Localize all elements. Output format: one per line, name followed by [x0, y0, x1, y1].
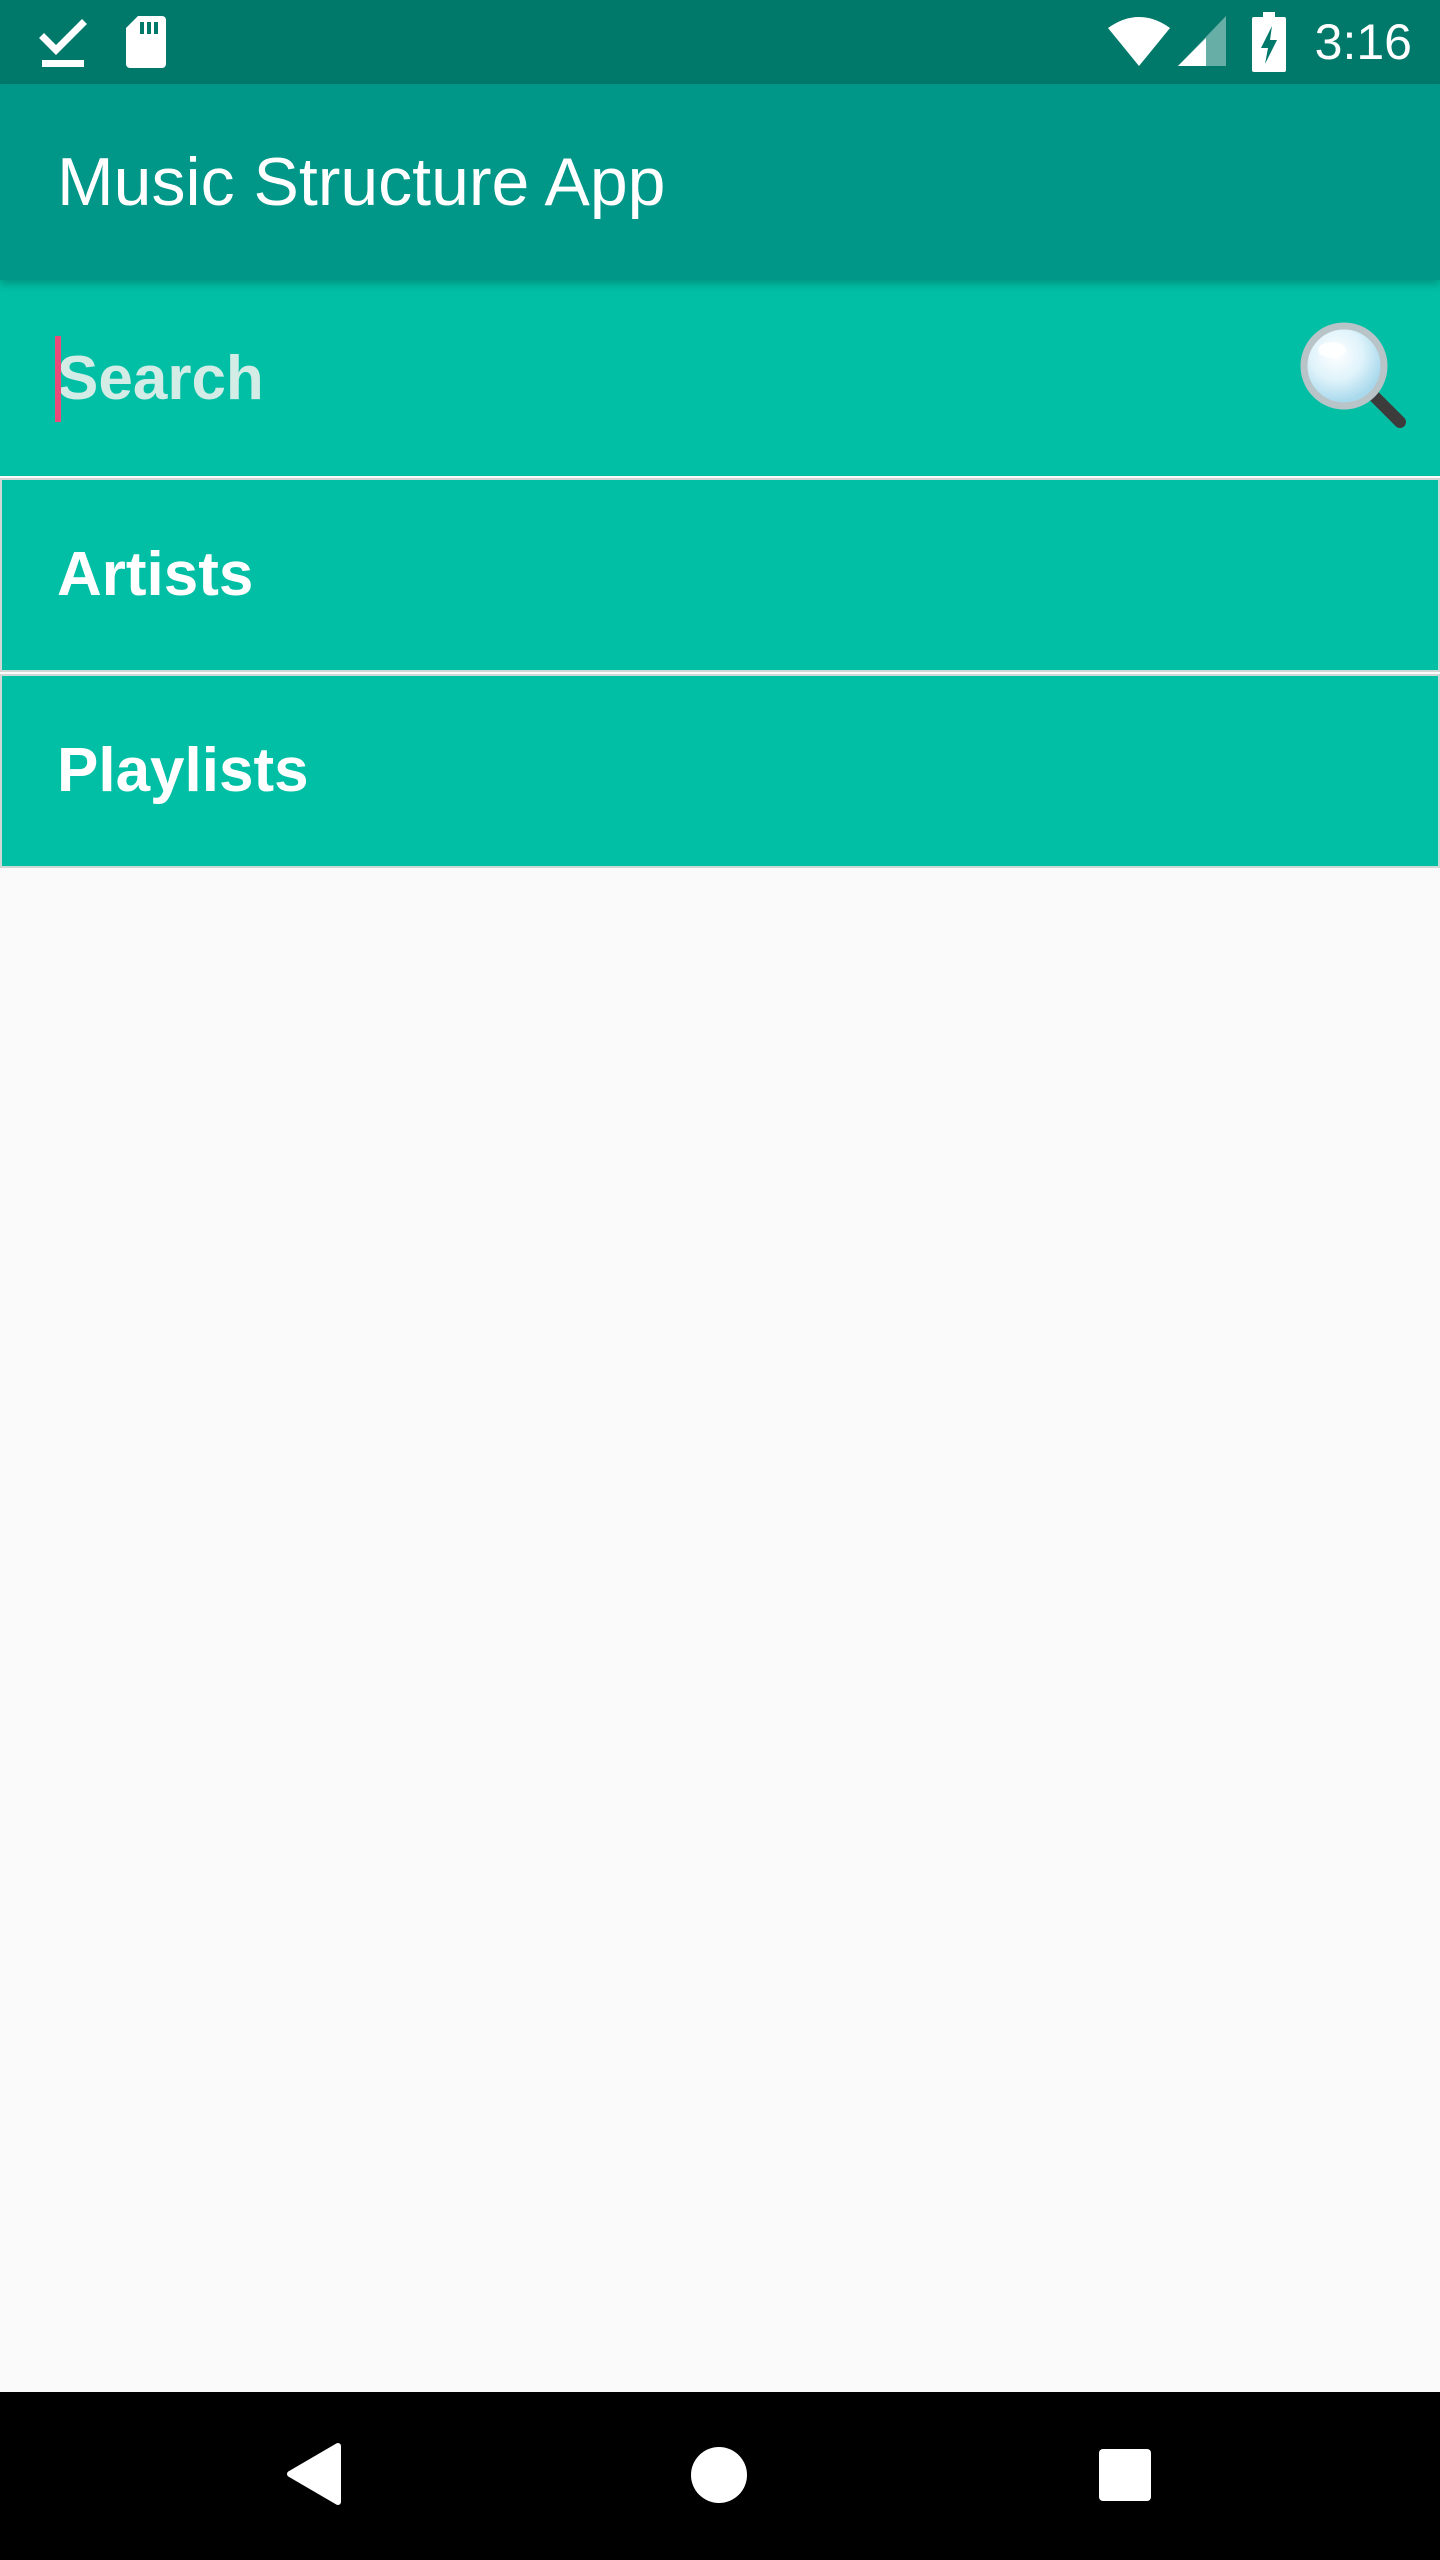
status-time: 3:16: [1314, 14, 1412, 70]
search-bar: [0, 280, 1440, 476]
list-item-artists[interactable]: Artists: [0, 478, 1440, 672]
status-bar: 3:16: [0, 0, 1440, 84]
list-item-label: Artists: [57, 540, 254, 609]
text-cursor: [55, 336, 61, 422]
back-icon[interactable]: [286, 2442, 342, 2506]
wifi-icon: [1108, 17, 1170, 66]
search-input[interactable]: [57, 318, 1237, 438]
navigation-bar: [0, 2392, 1440, 2560]
app-bar: Music Structure App: [0, 84, 1440, 280]
home-icon[interactable]: [690, 2446, 748, 2504]
list-item-label: Playlists: [57, 736, 309, 805]
magnifier-icon[interactable]: [1296, 318, 1408, 430]
cellular-signal-icon: [1178, 16, 1226, 66]
battery-charging-icon: [1252, 12, 1286, 72]
recents-icon[interactable]: [1098, 2448, 1152, 2502]
app-title: Music Structure App: [57, 144, 666, 220]
list-item-playlists[interactable]: Playlists: [0, 674, 1440, 868]
sd-card-icon: [126, 16, 166, 68]
download-done-icon: [39, 19, 87, 67]
